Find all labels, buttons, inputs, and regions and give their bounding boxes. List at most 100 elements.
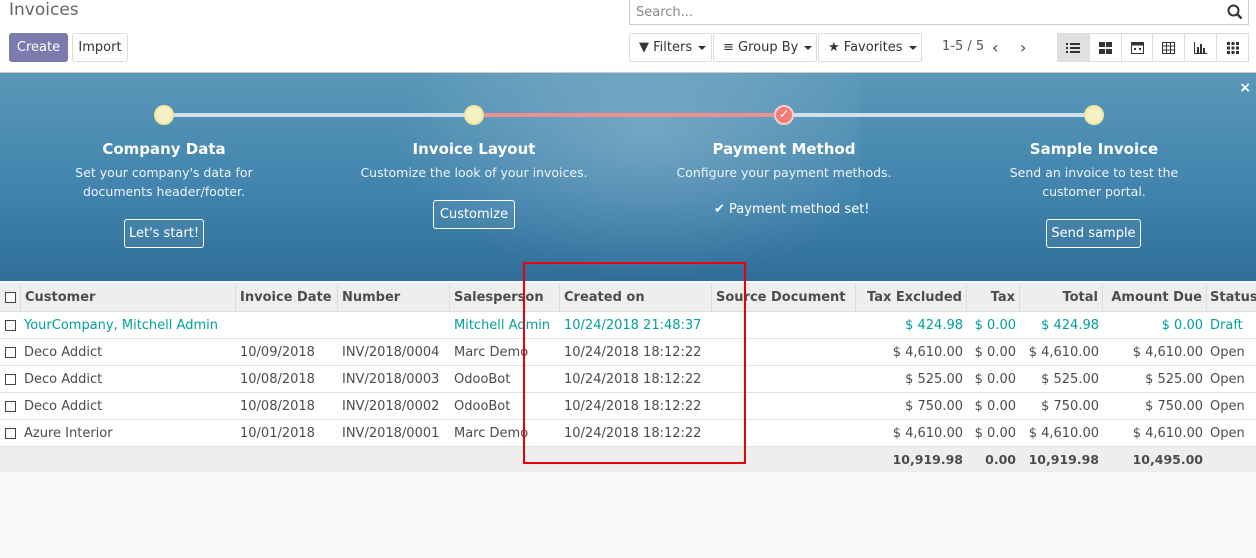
progress-line <box>164 113 474 117</box>
progress-line <box>474 113 784 117</box>
pager-value[interactable]: 1-5 / 5 <box>942 39 984 54</box>
row-checkbox[interactable] <box>0 420 21 446</box>
column-header[interactable]: Status <box>1207 283 1256 311</box>
cell-number <box>338 312 342 338</box>
cell-customer: Azure Interior <box>24 425 113 441</box>
chevron-right-icon[interactable]: › <box>1020 38 1026 57</box>
cell-status: Open <box>1210 344 1245 360</box>
page-title: Invoices <box>9 0 79 20</box>
column-header[interactable]: Customer <box>21 283 236 311</box>
column-header[interactable]: Invoice Date <box>236 283 338 311</box>
cell-tax: $ 0.00 <box>974 425 1016 441</box>
calendar-view-icon[interactable] <box>1122 34 1154 61</box>
graph-view-icon[interactable] <box>1185 34 1218 61</box>
favorites-label: Favorites <box>843 40 903 55</box>
search-placeholder: Search... <box>636 5 694 20</box>
chevron-left-icon[interactable]: ‹ <box>992 38 998 57</box>
cell-total: $ 750.00 <box>1041 398 1099 414</box>
step-title: Sample Invoice <box>1029 140 1159 158</box>
cell-number: INV/2018/0004 <box>342 344 440 360</box>
step-title: Payment Method <box>712 140 856 158</box>
cell-invoice-date: 10/09/2018 <box>240 344 315 360</box>
chevron-down-icon <box>804 45 813 50</box>
kanban-view-icon[interactable] <box>1090 34 1122 61</box>
column-header[interactable]: Total <box>1020 283 1103 311</box>
group-by-label: Group By <box>738 40 799 55</box>
row-checkbox[interactable] <box>0 366 21 392</box>
cell-total: $ 525.00 <box>1041 371 1099 387</box>
payment-status-text: Payment method set! <box>729 202 870 217</box>
select-all-checkbox[interactable] <box>0 283 21 311</box>
cell-invoice-date: 10/01/2018 <box>240 425 315 441</box>
column-header[interactable]: Tax Excluded <box>856 283 967 311</box>
search-icon[interactable] <box>1227 4 1243 20</box>
column-header[interactable]: Amount Due <box>1103 283 1207 311</box>
step-payment-method: Payment Method Configure your payment me… <box>654 140 914 182</box>
group-by-dropdown[interactable]: ≡ Group By <box>713 33 817 62</box>
cell-amount-due: $ 4,610.00 <box>1132 425 1203 441</box>
onboarding-banner: × ✓ Company Data Set your company's data… <box>0 73 1256 281</box>
step-title: Invoice Layout <box>412 140 536 158</box>
row-checkbox[interactable] <box>0 312 21 338</box>
total-tax-excluded: 10,919.98 <box>892 452 963 467</box>
column-header[interactable]: Number <box>338 283 450 311</box>
cell-tax: $ 0.00 <box>974 398 1016 414</box>
cell-salesperson: Marc Demo <box>454 344 529 360</box>
list-view-icon[interactable] <box>1058 34 1090 61</box>
step-invoice-layout: Invoice Layout Customize the look of you… <box>344 140 604 182</box>
cell-tax: $ 0.00 <box>974 344 1016 360</box>
close-icon[interactable]: × <box>1239 80 1251 96</box>
cell-invoice-date: 10/08/2018 <box>240 371 315 387</box>
cell-customer: Deco Addict <box>24 398 103 414</box>
step-dot <box>464 105 484 125</box>
progress-line <box>784 113 1094 117</box>
customize-button[interactable]: Customize <box>433 200 515 229</box>
search-input[interactable]: Search... <box>629 0 1249 25</box>
cell-customer: Deco Addict <box>24 371 103 387</box>
column-header[interactable]: Tax <box>967 283 1020 311</box>
cell-tax: $ 0.00 <box>974 317 1016 333</box>
filters-dropdown[interactable]: ▼ Filters <box>629 33 712 62</box>
total-tax: 0.00 <box>985 452 1016 467</box>
cell-amount-due: $ 750.00 <box>1145 398 1203 414</box>
row-checkbox[interactable] <box>0 339 21 365</box>
cell-amount-due: $ 0.00 <box>1161 317 1203 333</box>
favorites-dropdown[interactable]: ★ Favorites <box>818 33 922 62</box>
cell-amount-due: $ 4,610.00 <box>1132 344 1203 360</box>
cell-salesperson: OdooBot <box>454 398 511 414</box>
cell-amount-due: $ 525.00 <box>1145 371 1203 387</box>
highlight-box <box>523 262 746 464</box>
step-company-data: Company Data Set your company's data for… <box>34 140 294 201</box>
row-checkbox[interactable] <box>0 393 21 419</box>
cell-total: $ 4,610.00 <box>1028 344 1099 360</box>
control-panel: Invoices Create Import Search... ▼ Filte… <box>0 0 1256 73</box>
cell-total: $ 424.98 <box>1041 317 1099 333</box>
step-dot <box>154 105 174 125</box>
cell-customer: YourCompany, Mitchell Admin <box>24 317 218 333</box>
check-icon: ✓ <box>774 105 794 125</box>
step-description: Send an invoice to test the customer por… <box>1009 165 1179 199</box>
lets-start-button[interactable]: Let's start! <box>124 219 204 248</box>
cell-status: Open <box>1210 425 1245 441</box>
grid-view-icon[interactable] <box>1217 34 1248 61</box>
step-dot <box>1084 105 1104 125</box>
cell-customer: Deco Addict <box>24 344 103 360</box>
view-switcher <box>1057 33 1249 62</box>
cell-total: $ 4,610.00 <box>1028 425 1099 441</box>
send-sample-button[interactable]: Send sample <box>1046 219 1141 248</box>
total-total: 10,919.98 <box>1028 452 1099 467</box>
checkmark-icon: ✔ <box>714 202 725 217</box>
cell-number: INV/2018/0002 <box>342 398 440 414</box>
chevron-down-icon <box>698 45 707 50</box>
cell-status: Open <box>1210 371 1245 387</box>
cell-tax-excluded: $ 424.98 <box>905 317 963 333</box>
filters-label: Filters <box>653 40 693 55</box>
pivot-view-icon[interactable] <box>1153 34 1186 61</box>
import-button[interactable]: Import <box>72 33 128 62</box>
cell-tax-excluded: $ 4,610.00 <box>892 425 963 441</box>
cell-status: Open <box>1210 398 1245 414</box>
create-button[interactable]: Create <box>9 33 68 62</box>
step-title: Company Data <box>102 140 226 158</box>
cell-salesperson: OdooBot <box>454 371 511 387</box>
step-description: Configure your payment methods. <box>676 165 892 180</box>
